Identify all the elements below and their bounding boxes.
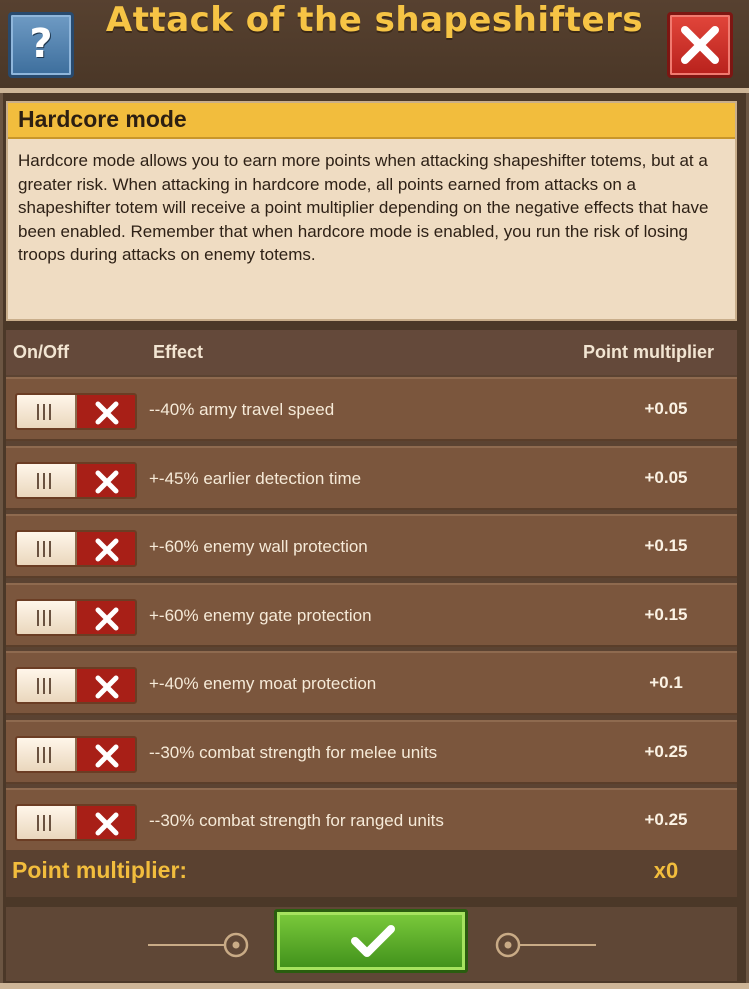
effect-label: --30% combat strength for ranged units [149, 811, 444, 830]
toggle-knob[interactable] [17, 669, 77, 702]
effect-multiplier: +0.25 [644, 741, 688, 761]
toggle-knob[interactable] [17, 463, 77, 497]
table-header: On/Off Effect Point multiplier [6, 330, 737, 375]
effect-label: +-45% earlier detection time [149, 468, 362, 488]
toggle-knob[interactable] [17, 806, 77, 839]
left-ornament-icon [148, 932, 249, 958]
effect-row: --30% combat strength for melee units +0.… [6, 719, 737, 784]
effect-row: --30% combat strength for ranged units +0… [6, 788, 737, 852]
checkmark-icon [351, 925, 395, 957]
right-ornament-icon [495, 932, 596, 958]
effect-toggle[interactable] [15, 598, 137, 636]
x-icon [95, 744, 119, 767]
dialog-footer [6, 907, 737, 981]
dialog-title: Attack of the shapeshifters [105, 0, 644, 40]
effect-row: --40% army travel speed +0.05 [6, 377, 737, 441]
effect-label: +-60% enemy gate protection [149, 605, 372, 625]
effect-toggle[interactable] [15, 530, 137, 567]
total-value: x0 [653, 858, 679, 883]
effect-label: +-60% enemy wall protection [149, 537, 368, 556]
header-divider [0, 88, 749, 93]
x-icon [95, 607, 119, 630]
effect-row: +-40% enemy moat protection +0.1 [6, 651, 737, 715]
bottom-divider [0, 983, 749, 989]
close-button[interactable] [667, 12, 733, 78]
info-heading: Hardcore mode [8, 103, 735, 139]
effect-multiplier: +0.1 [649, 673, 683, 692]
x-icon [95, 470, 119, 493]
toggle-knob[interactable] [17, 395, 77, 428]
confirm-button[interactable] [274, 909, 468, 973]
effect-toggle[interactable] [15, 393, 137, 430]
x-icon [681, 26, 719, 64]
effect-toggle[interactable] [15, 804, 137, 841]
x-icon [95, 401, 119, 425]
x-icon [95, 812, 119, 836]
effect-multiplier: +0.25 [644, 810, 688, 829]
effect-label: --30% combat strength for melee units [149, 742, 438, 762]
effect-toggle[interactable] [15, 667, 137, 704]
column-header-effect: Effect [153, 342, 204, 362]
total-row: Point multiplier: x0 [6, 850, 737, 897]
effect-row: +-60% enemy gate protection +0.15 [6, 582, 737, 647]
effect-row: +-45% earlier detection time +0.05 [6, 445, 737, 510]
total-label: Point multiplier: [12, 857, 188, 883]
info-text: Hardcore mode allows you to earn more po… [18, 151, 709, 264]
effect-multiplier: +0.15 [644, 536, 688, 555]
effect-multiplier: +0.15 [644, 604, 688, 624]
effect-row: +-60% enemy wall protection +0.15 [6, 514, 737, 578]
dialog-header: ? Attack of the shapeshifters [0, 0, 749, 88]
effect-toggle[interactable] [15, 461, 137, 499]
x-icon [95, 538, 119, 562]
effect-multiplier: +0.05 [644, 399, 688, 418]
toggle-knob[interactable] [17, 600, 77, 634]
effects-table: On/Off Effect Point multiplier --40% arm… [6, 330, 737, 897]
effect-label: --40% army travel speed [149, 400, 335, 419]
column-header-onoff: On/Off [13, 342, 69, 362]
info-panel: Hardcore mode Hardcore mode allows you t… [6, 101, 737, 321]
x-icon [95, 675, 119, 699]
toggle-knob[interactable] [17, 532, 77, 565]
effect-multiplier: +0.05 [644, 467, 688, 487]
toggle-knob[interactable] [17, 737, 77, 771]
effect-label: +-40% enemy moat protection [149, 674, 377, 693]
effect-toggle[interactable] [15, 735, 137, 773]
column-header-multiplier: Point multiplier [583, 342, 715, 362]
